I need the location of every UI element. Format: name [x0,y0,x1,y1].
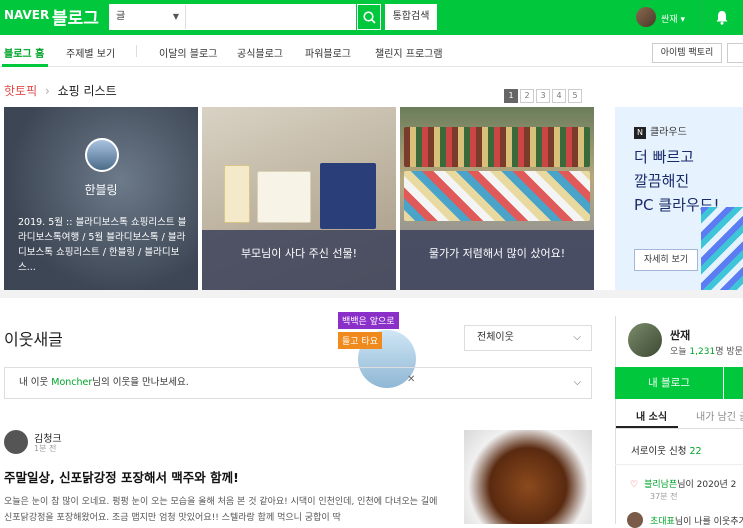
nav-monthly-blog[interactable]: 이달의 블로그 [159,45,217,60]
card-caption: 물가가 저렴해서 많이 샀어요! [428,247,566,260]
neighbor-request[interactable]: 서로이웃 신청 22 [631,443,702,457]
neighbor-posts-title: 이웃새글 [4,330,63,349]
nav-challenge-program[interactable]: 챌린지 프로그램 [375,45,443,60]
blogger-avatar [85,138,119,172]
page-button[interactable]: 3 [536,89,550,103]
nav-by-topic[interactable]: 주제별 보기 [66,45,115,60]
tab-my-news[interactable]: 내 소식 [636,408,667,423]
hot-topic-card[interactable]: 부모님이 사다 주신 선물! [202,107,396,290]
nav-official-blog[interactable]: 공식블로그 [237,45,283,60]
logo-naver: NAVER [4,8,50,22]
neighbor-filter-select[interactable]: 전체이웃 ⌵ [464,325,592,351]
card-description: 2019. 5월 :: 블라디보스톡 쇼핑리스트 블라디보스톡여행 / 5월 블… [18,217,187,273]
hot-topic-heading: 핫토픽 › 쇼핑 리스트 [4,82,117,99]
chevron-down-icon: ⌵ [573,377,581,388]
hot-topic-card[interactable]: 물가가 저렴해서 많이 샀어요! [400,107,594,290]
divider [700,0,701,35]
notification-item[interactable]: 초대표님이 나를 이웃추가 [650,514,743,527]
product-image [224,165,250,223]
tab-my-comments[interactable]: 내가 남긴 글 [696,408,743,423]
item-factory-button[interactable]: 아이템 팩토리 [652,43,722,63]
divider [136,45,137,57]
page-button[interactable]: 4 [552,89,566,103]
visit-count: 오늘 1,231명 방문 [670,347,743,357]
avatar[interactable] [4,430,28,454]
hot-topic-card[interactable]: 한블링 2019. 5월 :: 블라디보스톡 쇼핑리스트 블라디보스톡여행 / … [4,107,198,290]
logo-blog: 블로그 [52,9,99,29]
post-time: 1분 전 [34,444,57,453]
post-thumbnail[interactable] [464,430,592,524]
neighbor-suggestion-bar[interactable]: 내 이웃 Moncher님의 이웃을 만나보세요. ⌵ [4,367,592,399]
search-button[interactable] [357,4,381,30]
user-menu[interactable]: 싼재 ▾ [661,12,685,25]
nav-power-blog[interactable]: 파워블로그 [305,45,351,60]
divider [615,464,743,465]
search-category-select[interactable]: 글 ▼ [110,5,186,29]
active-tab-indicator [616,426,678,428]
blogger-name: 한블링 [84,183,118,197]
chevron-right-icon: › [44,84,50,98]
page-button[interactable]: 1 [504,89,518,103]
post-title[interactable]: 주말일상, 신포닭강정 포장해서 맥주와 함께! [4,467,239,486]
avatar[interactable] [636,7,656,27]
promo-line-2: 들고 타요 [338,332,382,349]
bell-icon [716,11,728,25]
my-blog-button[interactable]: 내 블로그 [615,367,723,399]
avatar [627,512,643,528]
sub-nav: 블로그 홈 주제별 보기 이달의 블로그 공식블로그 파워블로그 챌린지 프로그… [0,35,743,67]
total-search-button[interactable]: 통합검색 [385,4,437,30]
card-caption: 부모님이 사다 주신 선물! [240,247,358,260]
product-image [404,127,590,167]
hot-topic-label[interactable]: 핫토픽 [4,84,37,98]
naver-blog-logo[interactable]: NAVER 블로그 [4,8,99,29]
chevron-down-icon: ▼ [172,12,179,21]
promo-line-1: 백백은 앞으로 [338,312,399,329]
notification-button[interactable] [715,10,729,29]
product-image [257,171,311,223]
profile-tabs: 내 소식 내가 남긴 글 [615,399,743,429]
hot-topic-subtitle: 쇼핑 리스트 [57,84,117,98]
ad-more-button[interactable]: 자세히 보기 [634,249,698,271]
cloud-ad[interactable]: N 클라우드 더 빠르고 깔끔해진 PC 클라우드! 자세히 보기 [615,107,743,290]
ad-brand: N 클라우드 [634,123,687,139]
avatar[interactable] [628,323,662,357]
ad-graphic [701,207,743,290]
nav-blog-home[interactable]: 블로그 홈 [4,45,44,60]
section-divider [0,290,743,298]
heart-icon: ♡ [630,480,639,490]
search-input[interactable] [187,5,355,29]
active-tab-indicator [2,64,48,67]
hot-topic-pager: 12345 [504,83,584,103]
suggested-neighbor-name[interactable]: Moncher [51,377,92,388]
search-icon [363,11,376,24]
product-image [404,171,590,221]
extra-button[interactable] [727,43,743,63]
page-button[interactable]: 2 [520,89,534,103]
search-box: 글 ▼ [109,4,356,30]
write-button[interactable] [724,367,743,399]
notification-time: 37분 전 [650,492,678,501]
profile-name[interactable]: 싼재 [670,327,690,343]
chevron-down-icon: ⌵ [573,332,581,343]
product-image [320,163,376,229]
top-bar: NAVER 블로그 글 ▼ 통합검색 싼재 ▾ [0,0,743,35]
notification-item[interactable]: ♡ 블리남픈님이 2020년 2 [630,477,736,490]
naver-n-icon: N [634,127,646,139]
page-button[interactable]: 5 [568,89,582,103]
post-excerpt[interactable]: 오늘은 눈이 참 많이 오네요. 펑펑 눈이 오는 모습을 올해 처음 본 것 … [4,494,444,526]
